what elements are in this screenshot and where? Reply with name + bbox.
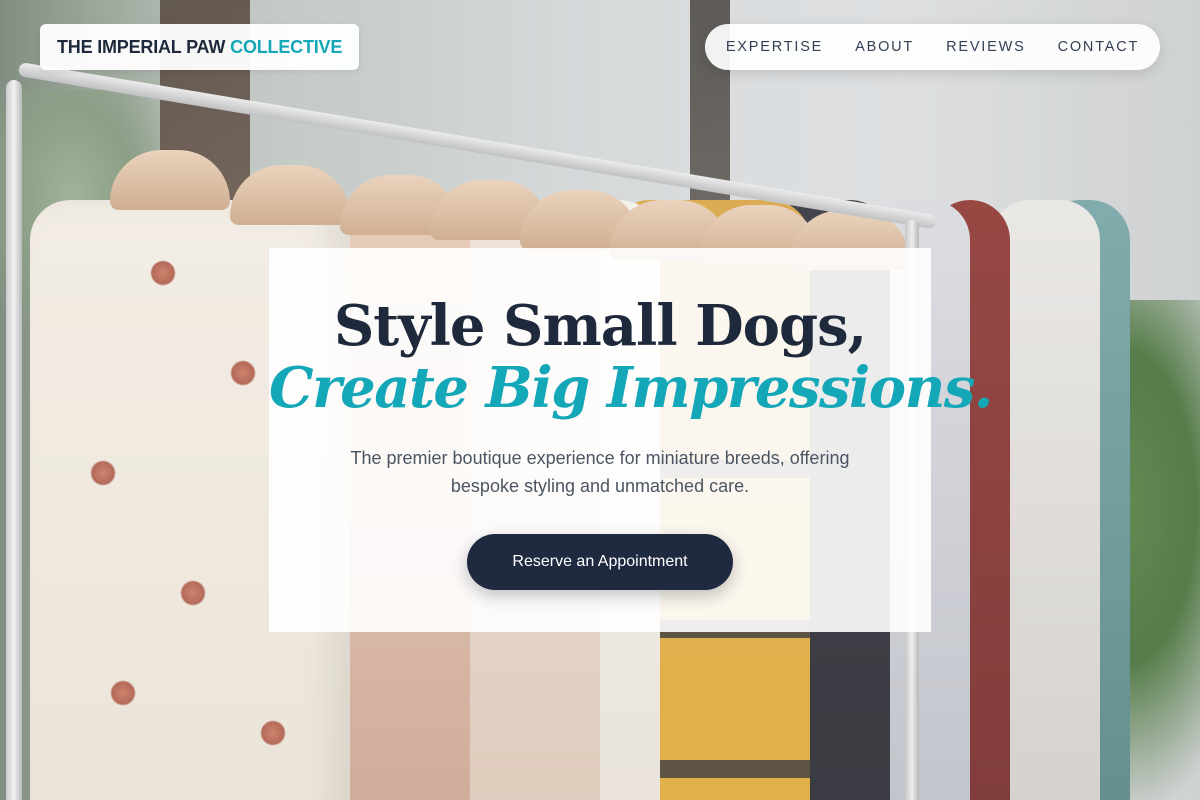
hero-card: Style Small Dogs, Create Big Impressions… [269, 248, 993, 632]
hero-headline: Style Small Dogs, Create Big Impressions… [269, 293, 993, 421]
nav-link-about[interactable]: ABOUT [855, 39, 914, 55]
nav-link-expertise[interactable]: EXPERTISE [726, 39, 823, 55]
main-navigation: EXPERTISE ABOUT REVIEWS CONTACT [705, 24, 1160, 70]
brand-logo-link[interactable]: THE IMPERIAL PAW COLLECTIVE [40, 24, 360, 70]
brand-name-main: THE IMPERIAL PAW [57, 36, 226, 57]
hero-headline-line1: Style Small Dogs, [333, 293, 867, 359]
reserve-appointment-button[interactable]: Reserve an Appointment [467, 534, 733, 590]
nav-link-contact[interactable]: CONTACT [1058, 39, 1140, 55]
hero-subheadline: The premier boutique experience for mini… [350, 448, 850, 496]
hero-headline-line2: Create Big Impressions. [269, 355, 993, 421]
brand-name-accent: COLLECTIVE [230, 36, 343, 57]
nav-link-reviews[interactable]: REVIEWS [946, 39, 1025, 55]
